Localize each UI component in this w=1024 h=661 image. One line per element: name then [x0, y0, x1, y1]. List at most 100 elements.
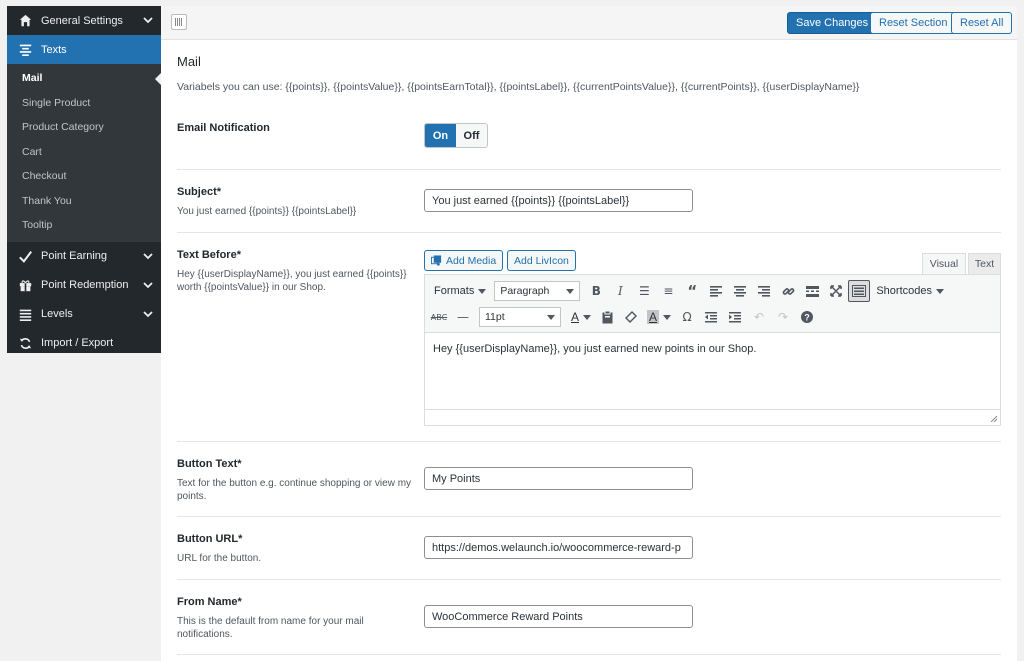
- shortcodes-label: Shortcodes: [876, 285, 932, 297]
- admin-sidebar: General Settings Texts Mail Single Produ…: [7, 6, 161, 353]
- divider: [177, 169, 1001, 170]
- editor-resize-handle[interactable]: [425, 409, 1000, 425]
- horizontal-line-icon[interactable]: —: [451, 306, 475, 328]
- redo-icon[interactable]: ↷: [771, 306, 795, 328]
- rich-text-editor: Formats Paragraph B I ☰ ≡ “ Shortcodes A…: [424, 274, 1001, 426]
- editor-content[interactable]: Hey {{userDisplayName}}, you just earned…: [425, 333, 1000, 409]
- nav-item-label: Import / Export: [41, 337, 114, 349]
- chevron-down-icon: [143, 252, 153, 259]
- gift-icon: [18, 278, 32, 292]
- nav-item-point-earning[interactable]: Point Earning: [7, 242, 161, 271]
- divider: [177, 232, 1001, 233]
- media-icon: [431, 255, 442, 266]
- submenu-item-product-category[interactable]: Product Category: [7, 115, 161, 140]
- add-media-button[interactable]: Add Media: [424, 250, 504, 271]
- submenu-item-thank-you[interactable]: Thank You: [7, 189, 161, 214]
- text-color-picker[interactable]: A: [567, 310, 595, 324]
- shortcodes-dropdown[interactable]: Shortcodes: [870, 285, 950, 297]
- paragraph-select[interactable]: Paragraph: [494, 281, 581, 301]
- font-size-select[interactable]: 11pt: [479, 307, 561, 327]
- checkmark-icon: [18, 249, 32, 263]
- indent-icon[interactable]: [723, 306, 747, 328]
- expand-options-icon[interactable]: [171, 14, 187, 30]
- nav-item-label: Point Earning: [41, 250, 108, 262]
- caret-down-icon: [478, 288, 487, 294]
- background-color-icon: A: [647, 310, 660, 324]
- omega-icon[interactable]: Ω: [675, 306, 699, 328]
- toolbar-row-1: Formats Paragraph B I ☰ ≡ “ Shortcodes: [425, 278, 950, 304]
- help-icon[interactable]: ?: [795, 306, 819, 328]
- reset-all-button[interactable]: Reset All: [951, 12, 1013, 34]
- toolbar-row-2: ABC — 11pt A A Ω ↶ ↷ ?: [425, 304, 819, 330]
- align-right-icon[interactable]: [752, 280, 776, 302]
- nav-item-point-redemption[interactable]: Point Redemption: [7, 271, 161, 300]
- italic-icon[interactable]: I: [608, 280, 632, 302]
- email-notification-label: Email Notification: [177, 122, 270, 134]
- submenu-item-cart[interactable]: Cart: [7, 140, 161, 165]
- divider: [177, 516, 1001, 517]
- divider: [177, 441, 1001, 442]
- save-changes-button[interactable]: Save Changes: [787, 12, 878, 34]
- paste-text-icon[interactable]: [595, 306, 619, 328]
- divider: [177, 579, 1001, 580]
- nav-item-texts[interactable]: Texts: [7, 35, 161, 64]
- nav-item-general-settings[interactable]: General Settings: [7, 6, 161, 35]
- subject-label: Subject*: [177, 186, 222, 198]
- background-color-picker[interactable]: A: [643, 310, 675, 324]
- nav-item-import-export[interactable]: Import / Export: [7, 329, 161, 358]
- chevron-down-icon: [143, 281, 153, 288]
- eraser-icon[interactable]: [619, 306, 643, 328]
- divider: [177, 654, 1001, 655]
- options-topbar: Save Changes Reset Section Reset All: [161, 6, 1017, 40]
- blockquote-icon[interactable]: “: [680, 280, 704, 302]
- bold-icon[interactable]: B: [584, 280, 608, 302]
- svg-text:?: ?: [804, 313, 810, 323]
- align-left-icon[interactable]: [704, 280, 728, 302]
- button-text-input[interactable]: My Points: [424, 467, 693, 490]
- link-icon[interactable]: [776, 280, 800, 302]
- formats-dropdown[interactable]: Formats: [425, 285, 492, 297]
- email-notification-toggle: On Off: [424, 123, 488, 148]
- from-name-description: This is the default from name for your m…: [177, 616, 364, 640]
- from-name-input[interactable]: WooCommerce Reward Points: [424, 605, 693, 628]
- outdent-icon[interactable]: [699, 306, 723, 328]
- refresh-icon: [18, 336, 32, 350]
- subject-input[interactable]: You just earned {{points}} {{pointsLabel…: [424, 189, 693, 212]
- button-text-label: Button Text*: [177, 458, 242, 470]
- tab-text[interactable]: Text: [968, 253, 1001, 275]
- bullet-list-icon[interactable]: ☰: [632, 280, 656, 302]
- numbered-list-icon[interactable]: ≡: [656, 280, 680, 302]
- submenu-item-mail[interactable]: Mail: [7, 66, 161, 91]
- caret-down-icon: [936, 288, 944, 294]
- nav-item-label: Point Redemption: [41, 279, 129, 291]
- submenu-item-checkout[interactable]: Checkout: [7, 164, 161, 189]
- add-media-label: Add Media: [446, 254, 497, 267]
- undo-icon[interactable]: ↶: [747, 306, 771, 328]
- nav-item-label: Levels: [41, 308, 73, 320]
- submenu-item-single-product[interactable]: Single Product: [7, 91, 161, 116]
- align-center-icon: [18, 43, 32, 57]
- align-center-icon[interactable]: [728, 280, 752, 302]
- section-title: Mail: [177, 54, 201, 69]
- submenu-item-tooltip[interactable]: Tooltip: [7, 213, 161, 238]
- editor-toolbar: Formats Paragraph B I ☰ ≡ “ Shortcodes A…: [425, 275, 1000, 333]
- toggle-on-button[interactable]: On: [425, 124, 456, 147]
- tab-visual[interactable]: Visual: [922, 253, 966, 275]
- settings-panel: Mail Variabels you can use: {{points}}, …: [161, 40, 1017, 661]
- text-before-label: Text Before*: [177, 249, 241, 261]
- toggle-off-button[interactable]: Off: [456, 124, 487, 147]
- text-before-description: Hey {{userDisplayName}}, you just earned…: [177, 269, 407, 293]
- text-color-icon: A: [571, 310, 580, 324]
- read-more-icon[interactable]: [800, 280, 824, 302]
- reset-section-button[interactable]: Reset Section: [870, 12, 957, 34]
- strikethrough-icon[interactable]: ABC: [427, 306, 451, 328]
- chevron-down-icon: [143, 17, 153, 24]
- nav-item-label: General Settings: [41, 14, 123, 27]
- list-icon: [18, 307, 32, 321]
- add-livicon-button[interactable]: Add LivIcon: [507, 250, 576, 271]
- chevron-down-icon: [143, 310, 153, 317]
- nav-item-levels[interactable]: Levels: [7, 300, 161, 329]
- fullscreen-icon[interactable]: [824, 280, 848, 302]
- button-url-input[interactable]: https://demos.welaunch.io/woocommerce-re…: [424, 536, 693, 559]
- toolbar-toggle-icon[interactable]: [848, 280, 871, 302]
